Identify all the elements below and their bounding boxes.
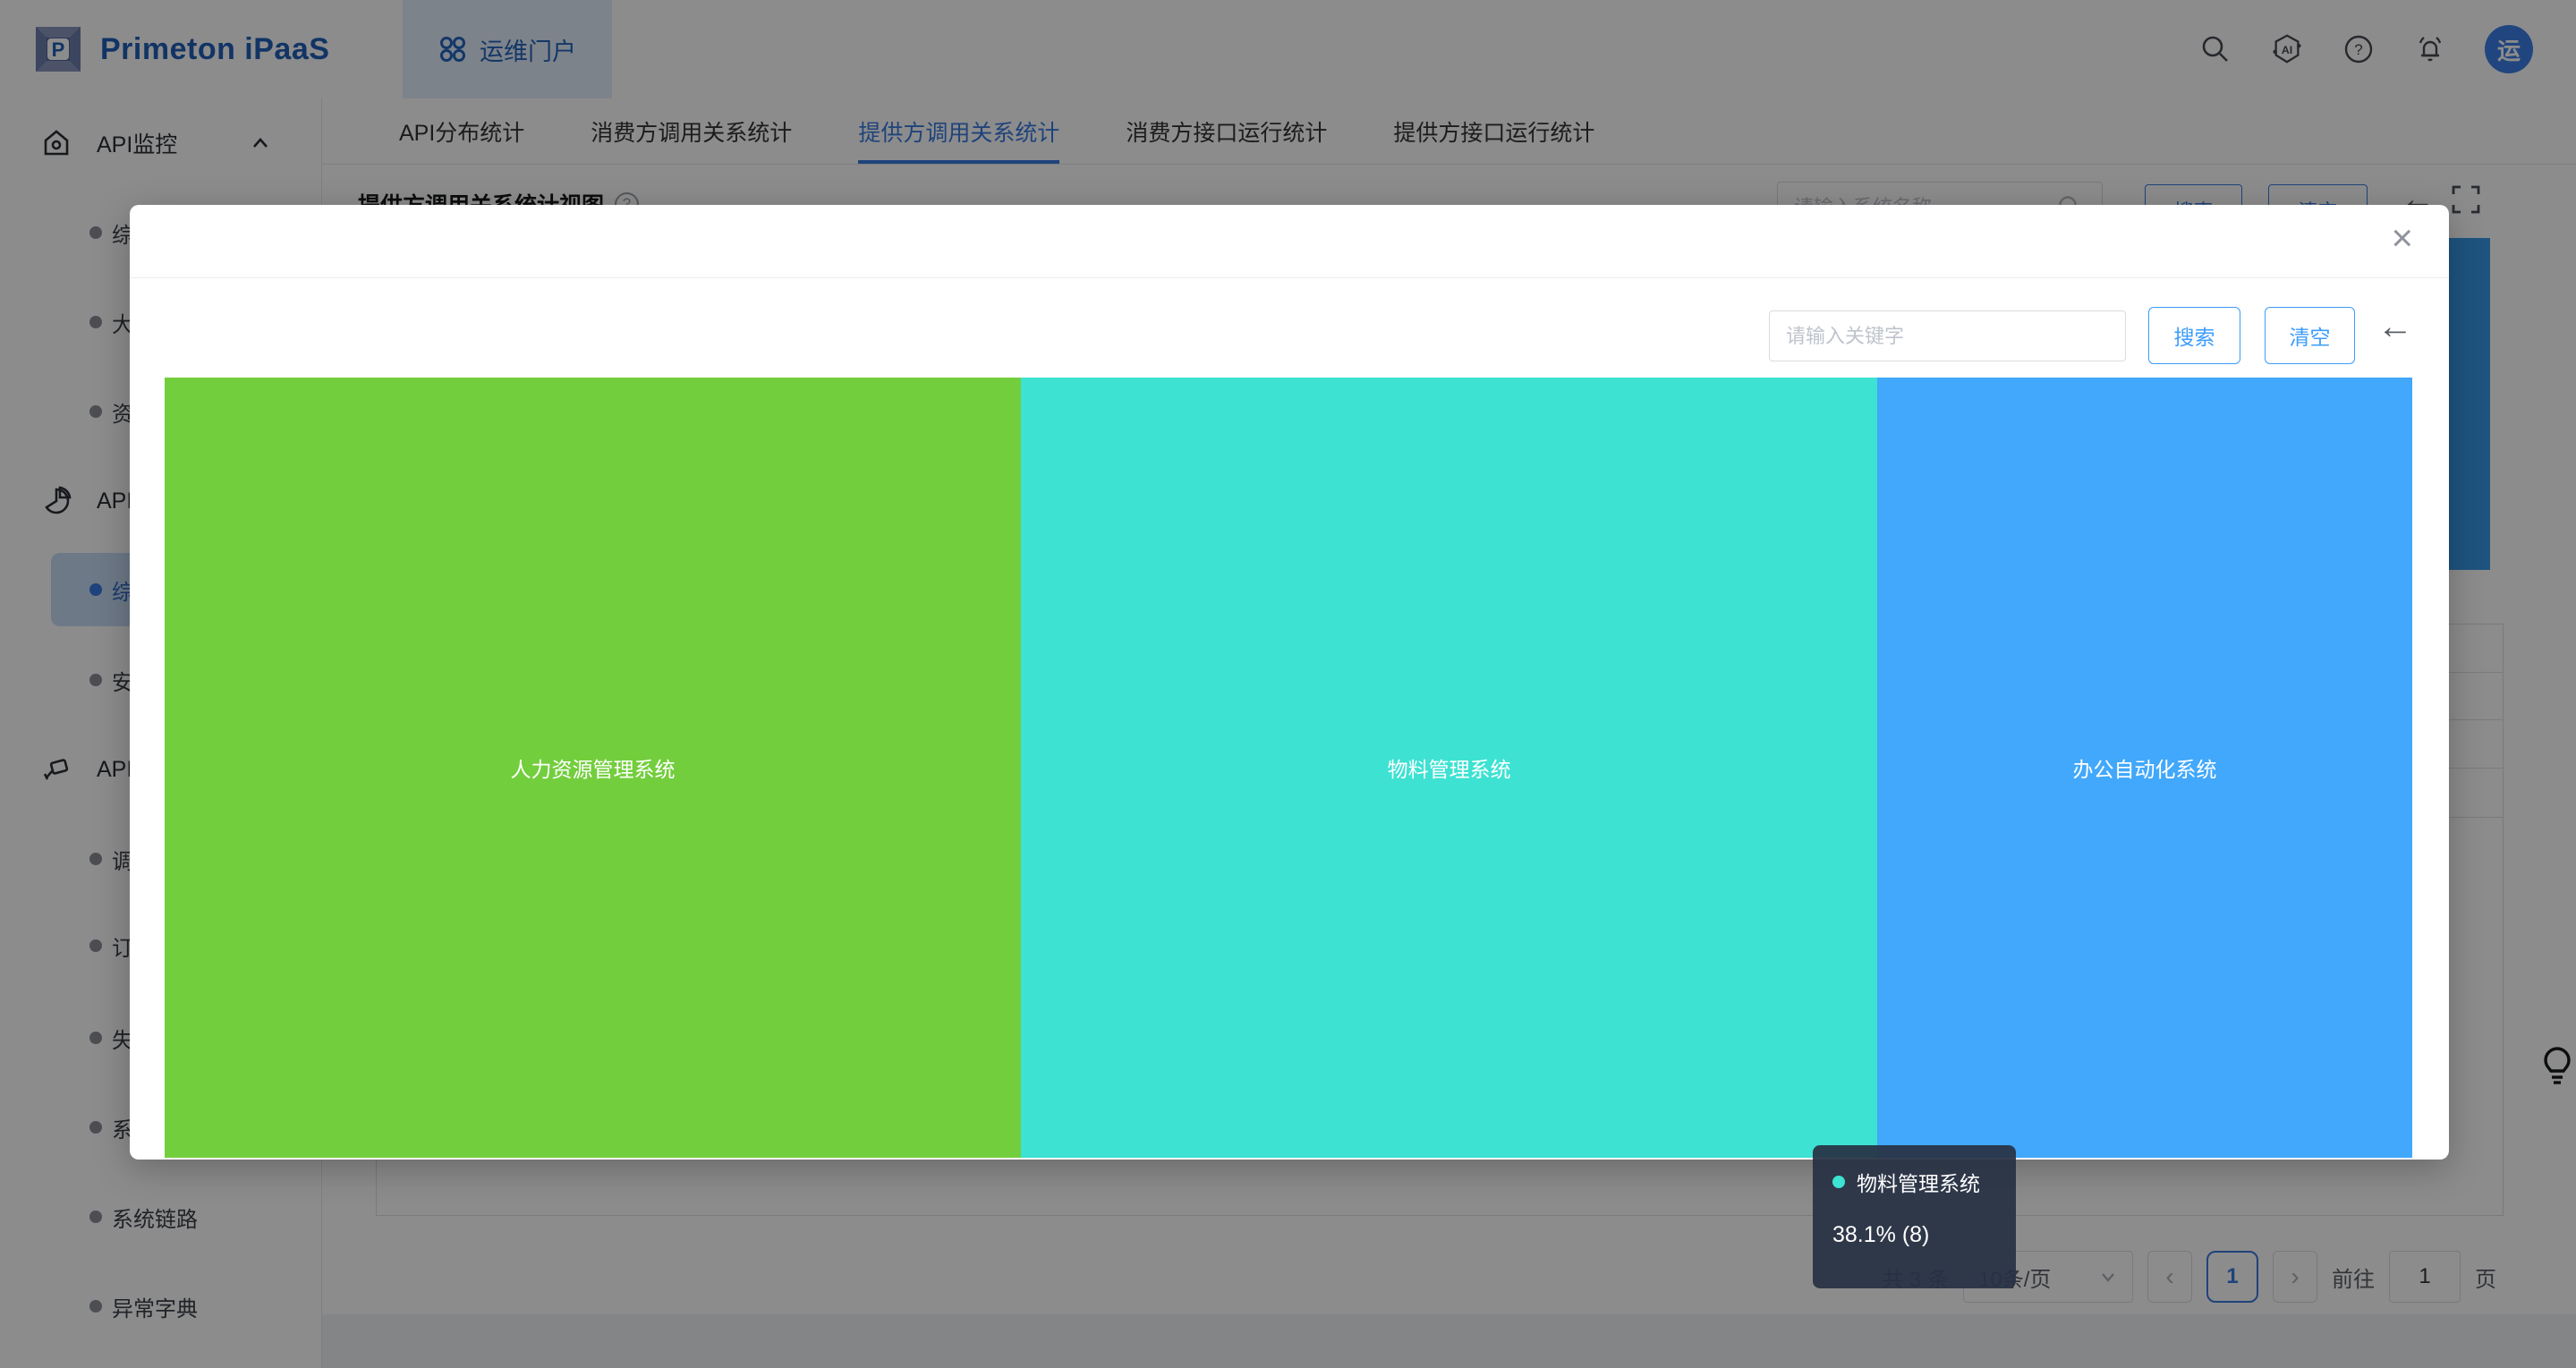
treemap-node-oa-system[interactable]: 办公自动化系统 — [1877, 378, 2412, 1158]
tooltip-series-dot — [1832, 1176, 1845, 1188]
close-icon[interactable]: × — [2391, 219, 2413, 257]
chart-tooltip: 物料管理系统 38.1% (8) — [1813, 1145, 2016, 1288]
modal-clear-button[interactable]: 清空 — [2265, 307, 2355, 364]
treemap-chart: 人力资源管理系统 物料管理系统 办公自动化系统 物料管理系统 38.1% (8) — [165, 378, 2412, 1158]
treemap-node-label: 物料管理系统 — [1388, 752, 1511, 783]
tooltip-series-name: 物料管理系统 — [1857, 1167, 1980, 1197]
modal-header-divider — [130, 277, 2449, 278]
tooltip-value: 38.1% (8) — [1832, 1222, 1996, 1248]
modal-back-icon[interactable]: ← — [2377, 307, 2413, 347]
treemap-node-material-system[interactable]: 物料管理系统 — [1021, 378, 1877, 1158]
keyword-search-input[interactable] — [1769, 310, 2126, 361]
treemap-node-label: 人力资源管理系统 — [511, 752, 676, 783]
treemap-node-hr-system[interactable]: 人力资源管理系统 — [165, 378, 1021, 1158]
statistics-modal: × 搜索 清空 ← 人力资源管理系统 物料管理系统 办公自动化系统 物料管理系统… — [130, 205, 2449, 1160]
modal-search-button[interactable]: 搜索 — [2148, 307, 2240, 364]
treemap-node-label: 办公自动化系统 — [2073, 752, 2217, 783]
